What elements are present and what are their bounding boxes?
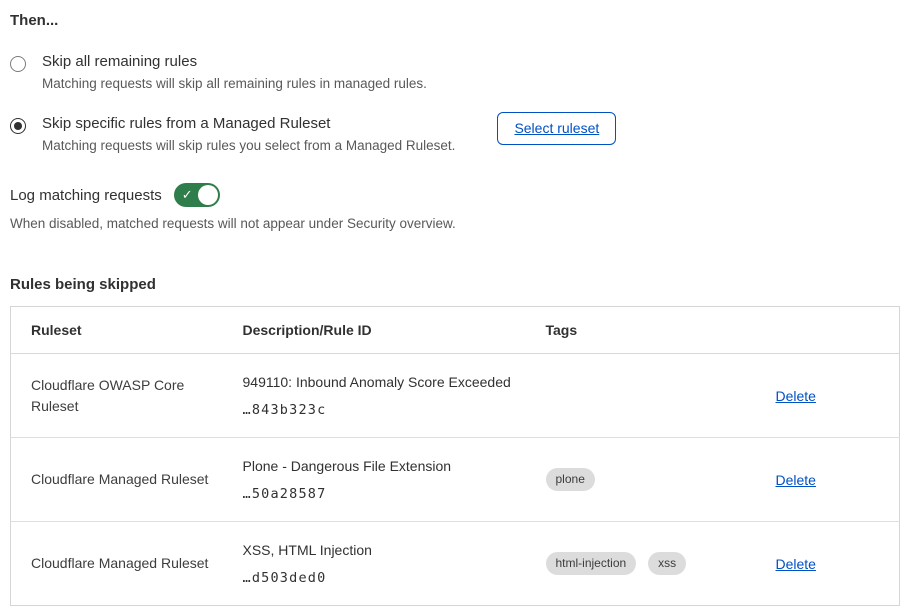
radio-option-1: Skip specific rules from a Managed Rules…	[10, 115, 899, 153]
column-header-actions	[756, 307, 900, 354]
toggle-knob[interactable]	[198, 185, 218, 205]
option-label[interactable]: Skip all remaining rules	[42, 53, 427, 70]
check-icon: ✓	[182, 186, 193, 204]
column-header-ruleset: Ruleset	[11, 307, 223, 354]
radio-option-0: Skip all remaining rules Matching reques…	[10, 53, 899, 91]
action-options: Skip all remaining rules Matching reques…	[10, 53, 899, 153]
radio-skip-specific-rules[interactable]	[10, 118, 26, 134]
option-description: Matching requests will skip rules you se…	[42, 138, 455, 153]
radio-skip-all-rules[interactable]	[10, 56, 26, 72]
log-matching-description: When disabled, matched requests will not…	[10, 216, 899, 231]
rule-description: XSS, HTML Injection	[243, 541, 516, 559]
option-texts: Skip specific rules from a Managed Rules…	[42, 115, 455, 153]
log-matching-toggle[interactable]: ✓	[174, 183, 220, 207]
option-texts: Skip all remaining rules Matching reques…	[42, 53, 427, 91]
then-heading: Then...	[10, 12, 899, 29]
option-action: Select ruleset	[497, 115, 616, 145]
tag-badge: html-injection	[546, 552, 637, 575]
ruleset-cell: Cloudflare OWASP Core Ruleset	[11, 354, 223, 438]
column-header-tags: Tags	[526, 307, 756, 354]
log-matching-label: Log matching requests	[10, 187, 162, 204]
rule-id: …50a28587	[243, 486, 516, 502]
table-row: Cloudflare Managed Ruleset Plone - Dange…	[11, 438, 900, 522]
tags-cell: html-injection xss	[526, 522, 756, 606]
tag-badge: xss	[648, 552, 686, 575]
rules-table-heading: Rules being skipped	[10, 276, 899, 293]
table-row: Cloudflare OWASP Core Ruleset 949110: In…	[11, 354, 900, 438]
rule-id: …843b323c	[243, 402, 516, 418]
description-cell: XSS, HTML Injection …d503ded0	[223, 522, 526, 606]
tags-cell	[526, 354, 756, 438]
actions-cell: Delete	[756, 354, 900, 438]
ruleset-cell: Cloudflare Managed Ruleset	[11, 438, 223, 522]
rule-id: …d503ded0	[243, 570, 516, 586]
delete-link[interactable]: Delete	[776, 472, 816, 488]
tags-cell: plone	[526, 438, 756, 522]
delete-link[interactable]: Delete	[776, 388, 816, 404]
table-header-row: Ruleset Description/Rule ID Tags	[11, 307, 900, 354]
rules-table: Ruleset Description/Rule ID Tags Cloudfl…	[10, 306, 900, 606]
description-cell: Plone - Dangerous File Extension …50a285…	[223, 438, 526, 522]
rule-description: 949110: Inbound Anomaly Score Exceeded	[243, 373, 516, 391]
actions-cell: Delete	[756, 438, 900, 522]
option-description: Matching requests will skip all remainin…	[42, 76, 427, 91]
log-matching-row: Log matching requests ✓	[10, 183, 899, 207]
ruleset-cell: Cloudflare Managed Ruleset	[11, 522, 223, 606]
description-cell: 949110: Inbound Anomaly Score Exceeded ……	[223, 354, 526, 438]
table-row: Cloudflare Managed Ruleset XSS, HTML Inj…	[11, 522, 900, 606]
column-header-description: Description/Rule ID	[223, 307, 526, 354]
rule-description: Plone - Dangerous File Extension	[243, 457, 516, 475]
actions-cell: Delete	[756, 522, 900, 606]
option-label[interactable]: Skip specific rules from a Managed Rules…	[42, 115, 455, 132]
delete-link[interactable]: Delete	[776, 556, 816, 572]
tag-badge: plone	[546, 468, 595, 491]
select-ruleset-button[interactable]: Select ruleset	[497, 112, 616, 145]
